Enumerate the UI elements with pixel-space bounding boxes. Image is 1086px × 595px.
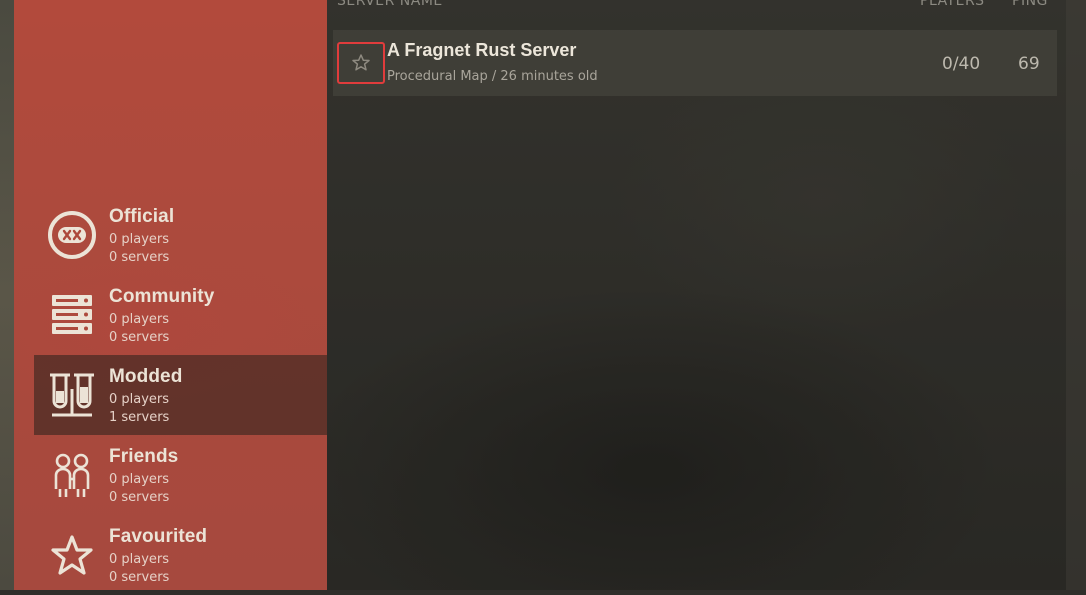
server-ping: 69 [1018, 54, 1040, 74]
category-players: 0 players [109, 392, 170, 407]
category-community[interactable]: Community 0 players 0 servers [34, 275, 327, 355]
category-title: Favourited [109, 526, 208, 547]
server-description: Procedural Map / 26 minutes old [387, 69, 598, 84]
category-modded[interactable]: Modded 0 players 1 servers [34, 355, 327, 435]
category-friends[interactable]: Friends 0 players 0 servers [34, 435, 327, 515]
category-servers: 0 servers [109, 330, 170, 345]
category-sidebar: Official 0 players 0 servers Community 0… [14, 0, 327, 590]
friends-icon [54, 453, 90, 497]
column-header-players[interactable]: PLAYERS [920, 0, 985, 9]
category-favourited[interactable]: Favourited 0 players 0 servers [34, 515, 327, 595]
category-official[interactable]: Official 0 players 0 servers [34, 195, 327, 275]
category-servers: 0 servers [109, 490, 170, 505]
category-servers: 0 servers [109, 250, 170, 265]
favourite-toggle-button[interactable] [337, 42, 385, 84]
server-name: A Fragnet Rust Server [387, 40, 577, 60]
column-header-server-name[interactable]: SERVER NAME [337, 0, 443, 9]
server-player-count: 0/40 [942, 54, 981, 74]
left-edge-strip [0, 0, 14, 590]
category-players: 0 players [109, 552, 170, 567]
category-title: Friends [109, 446, 179, 467]
star-outline-icon [352, 54, 370, 71]
test-tubes-icon [50, 373, 94, 417]
scrollbar-track[interactable] [1066, 0, 1086, 590]
category-servers: 1 servers [109, 410, 170, 425]
category-players: 0 players [109, 472, 170, 487]
official-badge-icon [48, 211, 96, 259]
column-header-ping[interactable]: PING [1012, 0, 1048, 9]
category-servers: 0 servers [109, 570, 170, 585]
category-title: Community [109, 286, 215, 307]
category-title: Modded [109, 366, 183, 387]
category-players: 0 players [109, 312, 170, 327]
category-players: 0 players [109, 232, 170, 247]
star-icon [51, 535, 93, 575]
server-rack-icon [52, 295, 92, 334]
category-title: Official [109, 206, 175, 227]
